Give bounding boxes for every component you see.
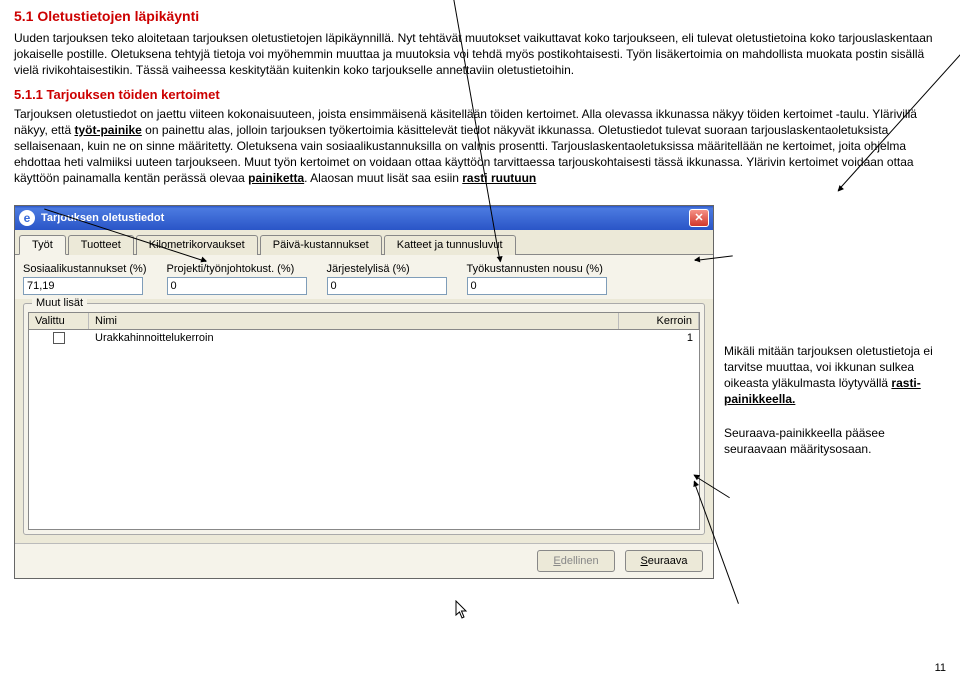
jarjestely-label: Järjestelylisä (%) xyxy=(327,263,447,275)
app-e-icon: e xyxy=(19,210,35,226)
sosiaali-label: Sosiaalikustannukset (%) xyxy=(23,263,147,275)
titlebar: e Tarjouksen oletustiedot ✕ xyxy=(15,206,713,230)
sosiaali-input[interactable] xyxy=(23,277,143,295)
tab-paiva[interactable]: Päivä-kustannukset xyxy=(260,235,382,255)
side-note-1: Mikäli mitään tarjouksen oletustietoja e… xyxy=(724,343,946,408)
muut-lisat-group: Muut lisät Valittu Nimi Kerroin Urakkahi… xyxy=(23,303,705,535)
tyot-painike-ref: työt-painike xyxy=(74,123,141,137)
tab-tuotteet[interactable]: Tuotteet xyxy=(68,235,134,255)
jarjestely-input[interactable] xyxy=(327,277,447,295)
row-kerroin: 1 xyxy=(619,330,699,346)
oletustiedot-window: e Tarjouksen oletustiedot ✕ Työt Tuottee… xyxy=(14,205,714,579)
edellinen-button: Edellinen xyxy=(537,550,615,572)
painiketta-ref: painiketta xyxy=(248,171,304,185)
form-row: Sosiaalikustannukset (%) Projekti/työnjo… xyxy=(15,255,713,299)
tyokust-label: Työkustannusten nousu (%) xyxy=(467,263,607,275)
rasti-ruutuun-ref: rasti ruutuun xyxy=(462,171,536,185)
page-number: 11 xyxy=(935,662,946,674)
section-heading: 5.1 Oletustietojen läpikäynti xyxy=(14,8,946,24)
row-checkbox[interactable] xyxy=(53,332,65,344)
cursor-icon xyxy=(455,600,469,625)
groupbox-title: Muut lisät xyxy=(32,297,87,309)
col-kerroin: Kerroin xyxy=(619,313,699,329)
paragraph-1: Uuden tarjouksen teko aloitetaan tarjouk… xyxy=(14,30,946,79)
tab-tyot[interactable]: Työt xyxy=(19,235,66,255)
side-note-2: Seuraava-painikkeella pääsee seuraavaan … xyxy=(724,425,946,457)
tyokust-input[interactable] xyxy=(467,277,607,295)
close-button[interactable]: ✕ xyxy=(689,209,709,227)
projekti-label: Projekti/työnjohtokust. (%) xyxy=(167,263,307,275)
list-body[interactable]: Urakkahinnoittelukerroin 1 xyxy=(28,330,700,530)
projekti-input[interactable] xyxy=(167,277,307,295)
window-title: Tarjouksen oletustiedot xyxy=(41,212,689,224)
button-row: Edellinen Seuraava xyxy=(15,543,713,578)
col-nimi: Nimi xyxy=(89,313,619,329)
list-row[interactable]: Urakkahinnoittelukerroin 1 xyxy=(29,330,699,346)
seuraava-button[interactable]: Seuraava xyxy=(625,550,703,572)
col-valittu: Valittu xyxy=(29,313,89,329)
row-nimi: Urakkahinnoittelukerroin xyxy=(89,330,619,346)
list-header: Valittu Nimi Kerroin xyxy=(28,312,700,330)
subsection-heading: 5.1.1 Tarjouksen töiden kertoimet xyxy=(14,87,946,102)
